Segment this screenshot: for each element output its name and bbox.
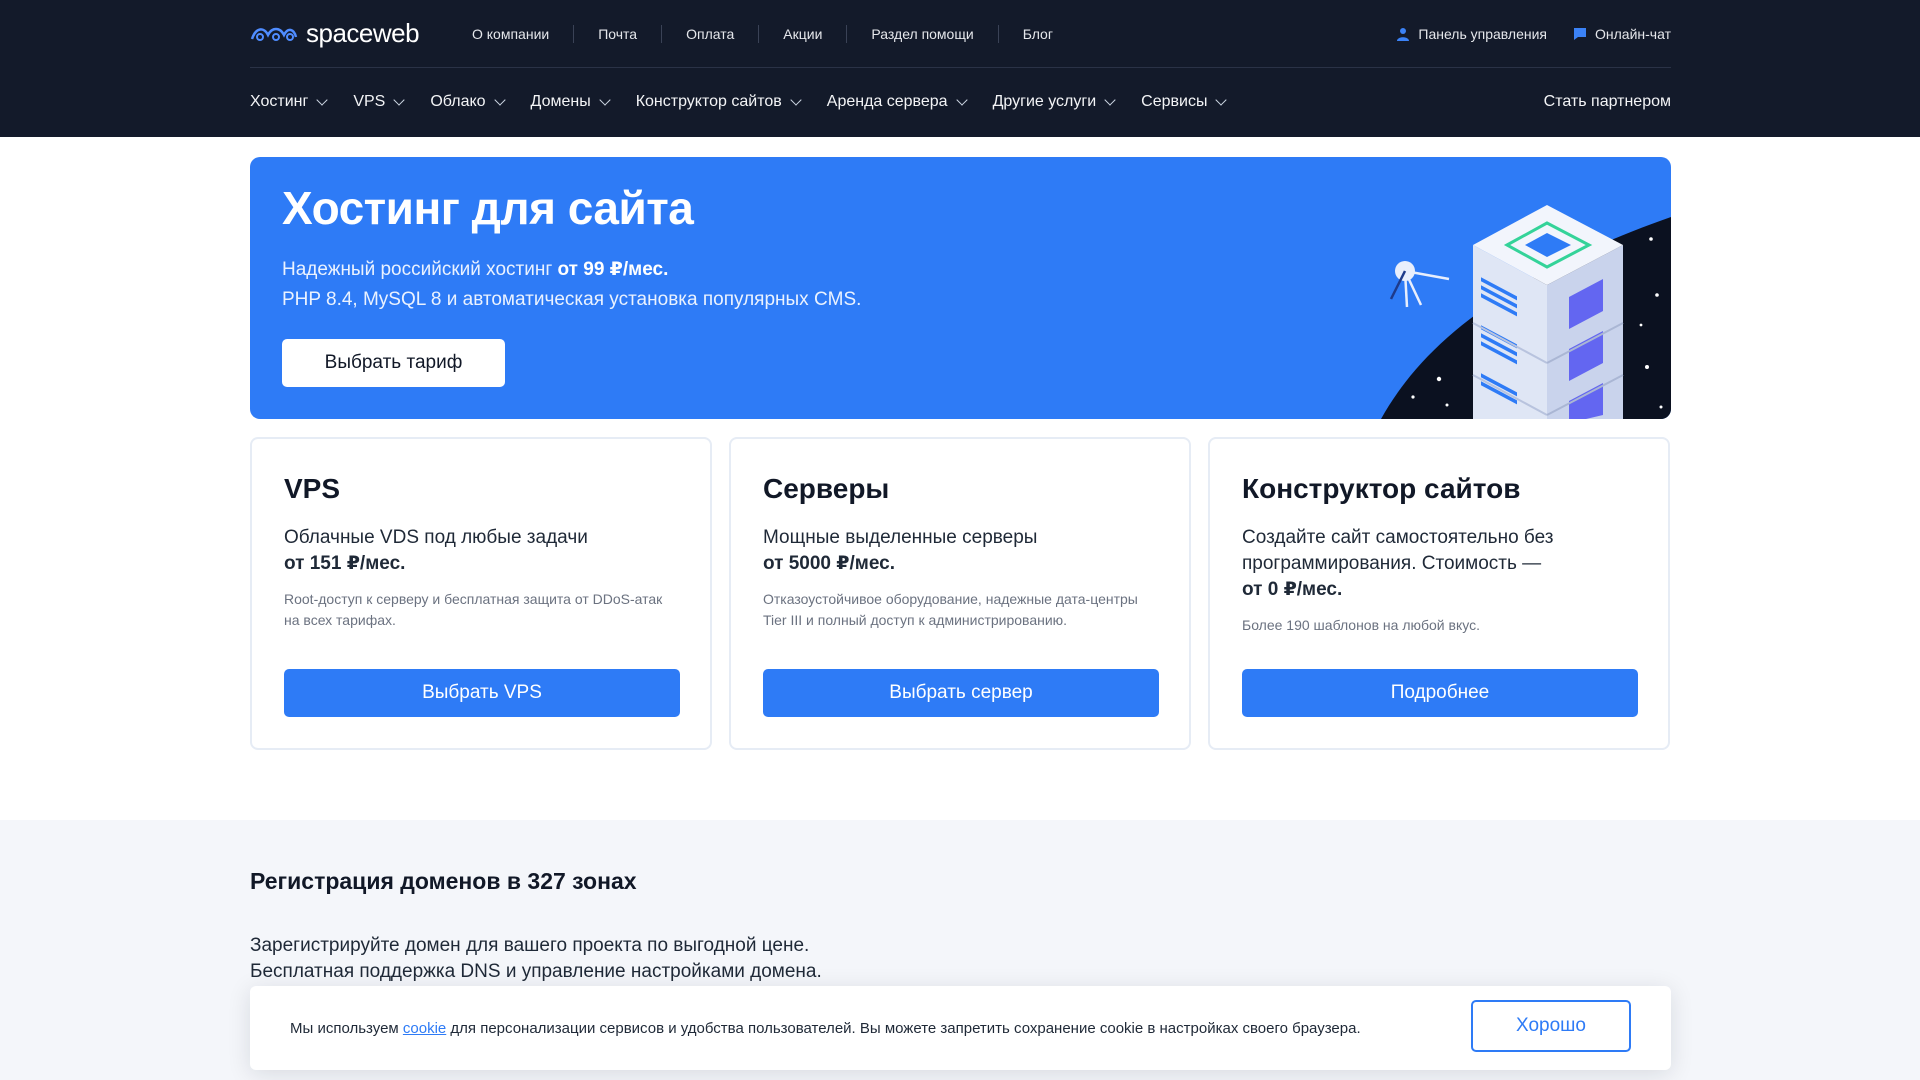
cookie-text-suffix: для персонализации сервисов и удобства п… <box>446 1019 1361 1037</box>
chevron-down-icon <box>790 94 802 106</box>
cookie-banner: Мы используем cookie для персонализации … <box>250 986 1671 1070</box>
topnav-promotions[interactable]: Акции <box>759 24 848 43</box>
learn-more-button[interactable]: Подробнее <box>1242 669 1638 717</box>
nav-services-label: Сервисы <box>1141 93 1208 110</box>
card-vps: VPS Облачные VDS под любые задачи от 151… <box>250 437 712 750</box>
nav-hosting-label: Хостинг <box>250 93 309 110</box>
cookie-accept-button[interactable]: Хорошо <box>1471 1000 1631 1052</box>
chevron-down-icon <box>1104 94 1116 106</box>
nav-cloud-label: Облако <box>430 93 486 110</box>
chevron-down-icon <box>955 94 968 106</box>
domains-line1: Зарегистрируйте домен для вашего проекта… <box>250 935 810 956</box>
card-title: Конструктор сайтов <box>1242 473 1521 504</box>
domains-line2: Бесплатная поддержка DNS и управление на… <box>250 961 822 982</box>
nav-other-services-label: Другие услуги <box>992 93 1097 110</box>
topnav-help[interactable]: Раздел помощи <box>847 24 999 43</box>
nav-services[interactable]: Сервисы <box>1141 93 1228 111</box>
topnav-blog[interactable]: Блог <box>999 25 1077 43</box>
logo[interactable]: spaceweb <box>250 18 440 49</box>
card-site-builder: Конструктор сайтов Создайте сайт самосто… <box>1208 437 1670 750</box>
top-nav: О компании Почта Оплата Акции Раздел пом… <box>472 24 1077 43</box>
logo-text: spaceweb <box>306 18 420 48</box>
chevron-down-icon <box>316 94 328 106</box>
user-icon <box>1397 27 1410 41</box>
main-nav: Хостинг VPS Облако Домены Конструктор са… <box>250 68 1671 136</box>
choose-vps-button[interactable]: Выбрать VPS <box>284 669 680 717</box>
hero-banner: Хостинг для сайта Надежный российский хо… <box>250 157 1671 419</box>
nav-vps[interactable]: VPS <box>353 93 406 111</box>
domains-title: Регистрация доменов в 327 зонах <box>250 868 637 894</box>
product-cards: VPS Облачные VDS под любые задачи от 151… <box>250 437 1671 750</box>
hero-price: от 99 ₽/мес. <box>557 259 669 280</box>
card-servers: Серверы Мощные выделенные серверы от 500… <box>729 437 1191 750</box>
nav-vps-label: VPS <box>353 93 386 110</box>
nav-site-builder-label: Конструктор сайтов <box>635 93 782 110</box>
chevron-down-icon <box>493 94 506 106</box>
card-desc-text: Создайте сайт самостоятельно без програм… <box>1242 527 1554 574</box>
nav-domains-label: Домены <box>530 93 591 110</box>
cookie-text: Мы используем cookie для персонализации … <box>290 1020 1361 1037</box>
server-illustration-icon <box>1381 205 1671 419</box>
nav-site-builder[interactable]: Конструктор сайтов <box>635 93 802 111</box>
card-description: Создайте сайт самостоятельно без програм… <box>1242 525 1636 603</box>
card-price: от 0 ₽/мес. <box>1242 579 1343 600</box>
hero-title: Хостинг для сайта <box>282 182 694 234</box>
card-description: Мощные выделенные серверы от 5000 ₽/мес. <box>763 525 1157 577</box>
card-note: Более 190 шаблонов на любой вкус. <box>1242 617 1480 633</box>
card-title: Серверы <box>763 473 890 504</box>
nav-server-rent[interactable]: Аренда сервера <box>826 93 968 111</box>
nav-cloud[interactable]: Облако <box>430 93 506 111</box>
cookie-text-prefix: Мы используем <box>290 1019 403 1037</box>
hero-subtitle: Надежный российский хостинг от 99 ₽/мес.… <box>282 255 861 315</box>
card-note: Root-доступ к серверу и бесплатная защит… <box>284 591 663 628</box>
card-title: VPS <box>284 473 341 504</box>
online-chat-link[interactable]: Онлайн-чат <box>1573 26 1671 42</box>
chat-icon <box>1574 27 1587 40</box>
topnav-mail[interactable]: Почта <box>574 24 663 43</box>
card-price: от 5000 ₽/мес. <box>763 553 895 574</box>
spaceweb-logo-icon <box>250 27 298 41</box>
nav-hosting[interactable]: Хостинг <box>250 93 328 111</box>
card-desc-text: Мощные выделенные серверы <box>763 527 1038 548</box>
online-chat-label: Онлайн-чат <box>1595 25 1671 42</box>
card-description: Облачные VDS под любые задачи от 151 ₽/м… <box>284 525 678 577</box>
nav-server-rent-label: Аренда сервера <box>826 93 948 110</box>
control-panel-link[interactable]: Панель управления <box>1396 26 1547 42</box>
chevron-down-icon <box>393 94 406 106</box>
card-desc-text: Облачные VDS под любые задачи <box>284 527 588 548</box>
card-price: от 151 ₽/мес. <box>284 553 406 574</box>
nav-other-services[interactable]: Другие услуги <box>992 93 1116 111</box>
cookie-link[interactable]: cookie <box>403 1020 446 1037</box>
topnav-about[interactable]: О компании <box>472 24 575 43</box>
hero-line2: PHP 8.4, MySQL 8 и автоматическая устано… <box>282 289 862 310</box>
become-partner-link[interactable]: Стать партнером <box>1544 93 1671 111</box>
card-note: Отказоустойчивое оборудование, надежные … <box>763 591 1138 628</box>
topnav-payment[interactable]: Оплата <box>662 24 760 43</box>
hero-line1-text: Надежный российский хостинг <box>282 259 558 280</box>
topbar: spaceweb О компании Почта Оплата Акции Р… <box>250 0 1671 68</box>
site-header: spaceweb О компании Почта Оплата Акции Р… <box>0 0 1920 137</box>
choose-tariff-button[interactable]: Выбрать тариф <box>282 339 505 387</box>
choose-server-button[interactable]: Выбрать сервер <box>763 669 1159 717</box>
domains-description: Зарегистрируйте домен для вашего проекта… <box>250 933 822 985</box>
top-right-links: Панель управления Онлайн-чат <box>1396 26 1671 42</box>
chevron-down-icon <box>599 94 611 106</box>
chevron-down-icon <box>1215 94 1228 106</box>
control-panel-label: Панель управления <box>1418 25 1548 42</box>
nav-domains[interactable]: Домены <box>530 93 611 111</box>
